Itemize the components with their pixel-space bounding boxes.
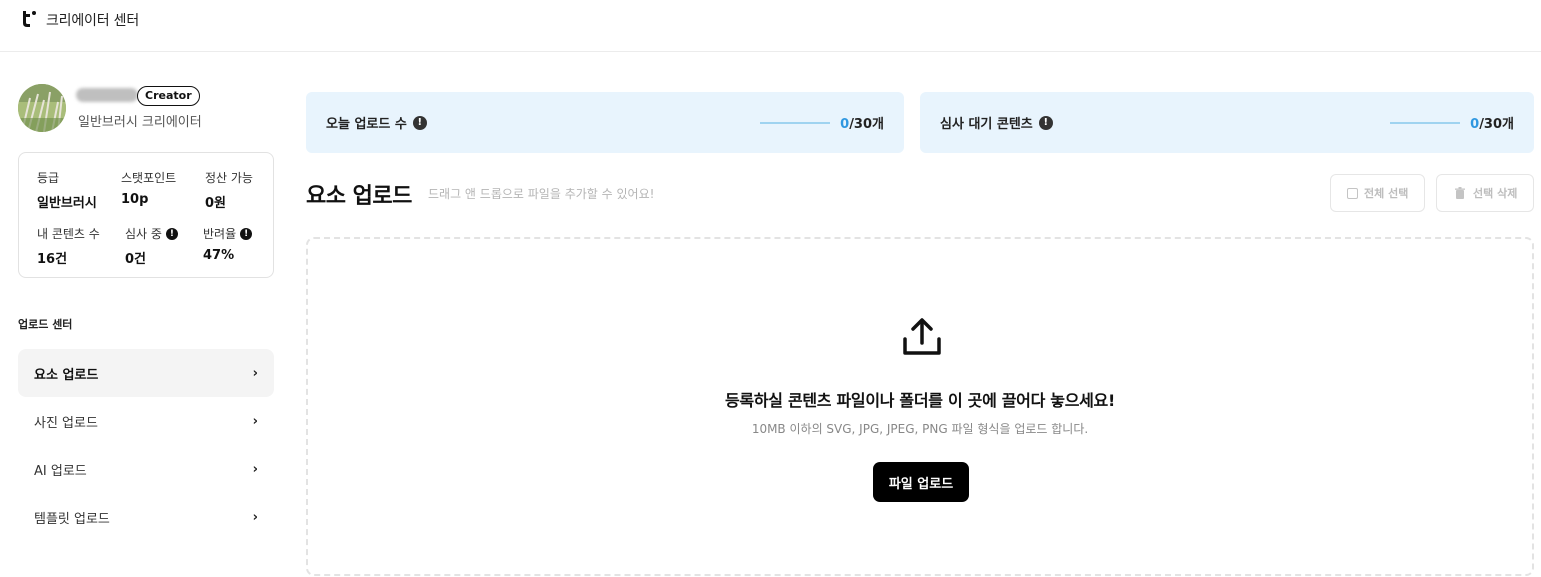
nav-item-ai-upload[interactable]: AI 업로드 › — [18, 445, 274, 493]
user-grade-subtitle: 일반브러시 크리에이터 — [78, 115, 202, 130]
select-all-button[interactable]: 전체 선택 — [1330, 174, 1426, 212]
upload-icon — [903, 318, 941, 355]
stat-review-value: 0건 — [125, 252, 147, 267]
stat-points-value: 10p — [121, 192, 149, 207]
info-icon[interactable]: ! — [1038, 115, 1053, 130]
delete-selected-button[interactable]: 선택 삭제 — [1436, 174, 1535, 212]
dropzone-title: 등록하실 콘텐츠 파일이나 폴더를 이 곳에 끌어다 놓으세요! — [725, 391, 1115, 410]
stat-reject-label: 반려율 — [203, 227, 237, 241]
progress-line — [1390, 121, 1461, 124]
stat-settle: 정산 가능 0원 — [205, 169, 253, 211]
stat-grade-value: 일반브러시 — [37, 196, 97, 211]
file-upload-button[interactable]: 파일 업로드 — [873, 462, 969, 502]
page-title: 요소 업로드 — [306, 184, 412, 209]
stats-card: 등급 일반브러시 스탯포인트 10p 정산 가능 0원 내 콘텐츠 수 16건 … — [18, 152, 274, 278]
pending-review-card: 심사 대기 콘텐츠 ! 0/30개 — [920, 92, 1534, 153]
stat-review: 심사 중 ! 0건 — [125, 225, 178, 267]
dropzone-subtitle: 10MB 이하의 SVG, JPG, JPEG, PNG 파일 형식을 업로드 … — [751, 422, 1089, 436]
nav-item-label: AI 업로드 — [34, 463, 87, 479]
nav-item-photo-upload[interactable]: 사진 업로드 › — [18, 397, 274, 445]
stat-content: 내 콘텐츠 수 16건 — [37, 225, 100, 267]
stat-grade-label: 등급 — [37, 171, 60, 185]
app-title[interactable]: 크리에이터 센터 — [46, 10, 139, 30]
today-upload-card: 오늘 업로드 수 ! 0/30개 — [306, 92, 904, 153]
progress-line — [760, 121, 831, 124]
stat-content-value: 16건 — [37, 252, 68, 267]
chevron-right-icon: › — [252, 461, 258, 477]
stat-review-label: 심사 중 — [125, 227, 162, 241]
nav-item-template-upload[interactable]: 템플릿 업로드 › — [18, 493, 274, 541]
username-redacted — [76, 88, 138, 102]
chevron-right-icon: › — [252, 413, 258, 429]
top-bar: 크리에이터 센터 — [0, 0, 1541, 52]
creator-badge: Creator — [137, 86, 200, 106]
avatar[interactable] — [18, 84, 66, 132]
chevron-right-icon: › — [252, 365, 258, 381]
stat-points-label: 스탯포인트 — [121, 171, 177, 185]
file-dropzone[interactable]: 등록하실 콘텐츠 파일이나 폴더를 이 곳에 끌어다 놓으세요! 10MB 이하… — [306, 237, 1534, 576]
today-upload-label: 오늘 업로드 수 — [326, 117, 407, 132]
nav-item-element-upload[interactable]: 요소 업로드 › — [18, 349, 274, 397]
delete-selected-label: 선택 삭제 — [1473, 187, 1518, 200]
pending-review-label: 심사 대기 콘텐츠 — [940, 117, 1033, 132]
drag-drop-hint: 드래그 앤 드롭으로 파일을 추가할 수 있어요! — [428, 187, 655, 201]
stat-settle-value: 0원 — [205, 196, 227, 211]
today-upload-total: /30개 — [849, 117, 884, 132]
stat-content-label: 내 콘텐츠 수 — [37, 227, 100, 241]
nav-item-label: 요소 업로드 — [34, 367, 99, 383]
tridge-logo-icon[interactable] — [18, 9, 38, 29]
stat-reject-value: 47% — [203, 248, 235, 263]
stat-points: 스탯포인트 10p — [121, 169, 176, 207]
stat-settle-label: 정산 가능 — [205, 171, 253, 185]
nav-heading: 업로드 센터 — [18, 318, 73, 331]
select-all-label: 전체 선택 — [1364, 187, 1409, 200]
chevron-right-icon: › — [252, 509, 258, 525]
info-icon[interactable]: ! — [412, 115, 427, 130]
pending-review-current: 0 — [1470, 117, 1480, 132]
today-upload-current: 0 — [840, 117, 850, 132]
stat-grade: 등급 일반브러시 — [37, 169, 97, 211]
stat-reject: 반려율 ! 47% — [203, 225, 253, 263]
info-icon[interactable]: ! — [165, 227, 178, 240]
info-icon[interactable]: ! — [240, 227, 253, 240]
nav-item-label: 사진 업로드 — [34, 415, 98, 431]
pending-review-total: /30개 — [1479, 117, 1514, 132]
trash-icon — [1455, 187, 1465, 199]
nav-item-label: 템플릿 업로드 — [34, 511, 110, 527]
checkbox-icon — [1347, 187, 1358, 199]
